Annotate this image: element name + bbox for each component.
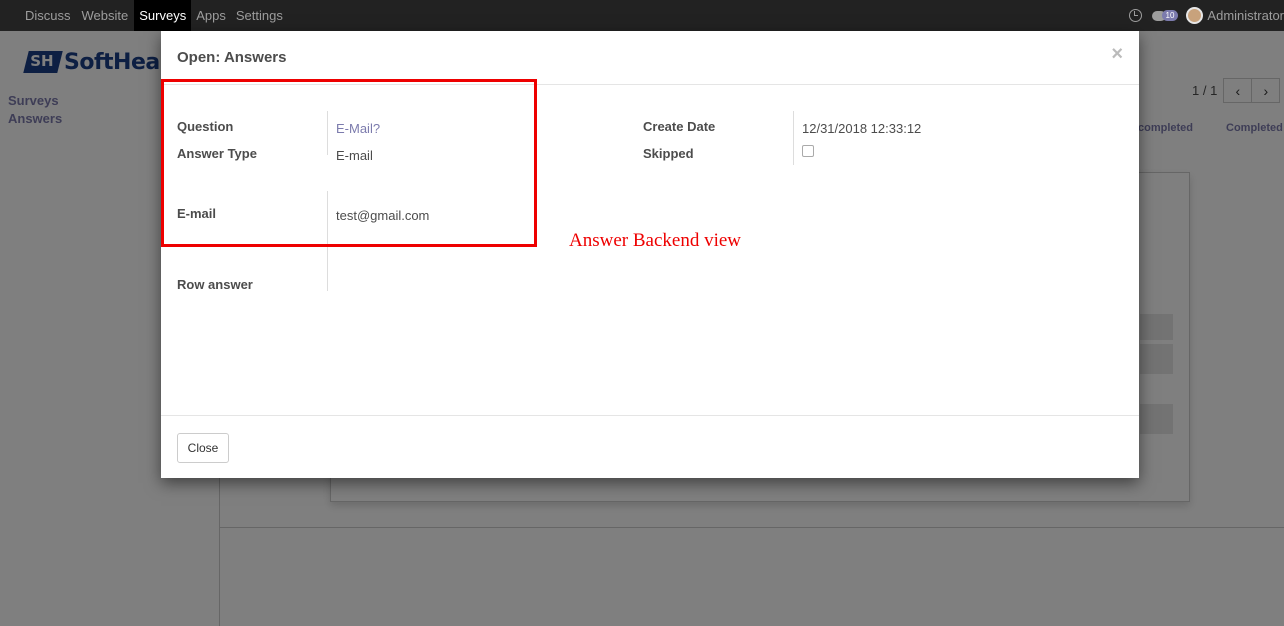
create-date-value: 12/31/2018 12:33:12 [802,121,922,136]
skipped-label: Skipped [643,146,694,161]
activity-clock-icon[interactable] [1128,9,1142,22]
create-date-label: Create Date [643,119,716,134]
nav-item-website[interactable]: Website [77,0,134,31]
close-button[interactable]: Close [177,433,229,463]
nav-item-settings[interactable]: Settings [231,0,288,31]
nav-item-surveys[interactable]: Surveys [134,0,192,31]
close-icon[interactable]: × [1111,43,1123,66]
annotation-label: Answer Backend view [569,230,742,251]
top-navbar: Discuss Website Surveys Apps Settings 10… [0,0,1284,31]
nav-item-discuss[interactable]: Discuss [20,0,76,31]
systray: 10 Administrator [1128,0,1284,31]
dialog-footer: Close [161,415,1139,478]
app-menu: Discuss Website Surveys Apps Settings [14,0,288,31]
messaging-menu[interactable]: 10 [1151,10,1179,21]
dialog-header: Open: Answers × [161,31,1139,85]
annotation-highlight-box [161,79,537,247]
user-avatar[interactable] [1186,7,1204,24]
message-count-badge: 10 [1161,10,1179,21]
skipped-checkbox[interactable] [802,145,814,157]
row-answer-label: Row answer [177,277,253,292]
dialog-title: Open: Answers [177,49,287,66]
nav-item-apps[interactable]: Apps [191,0,231,31]
user-menu-name[interactable]: Administrator [1207,8,1284,23]
field-divider [793,111,794,165]
